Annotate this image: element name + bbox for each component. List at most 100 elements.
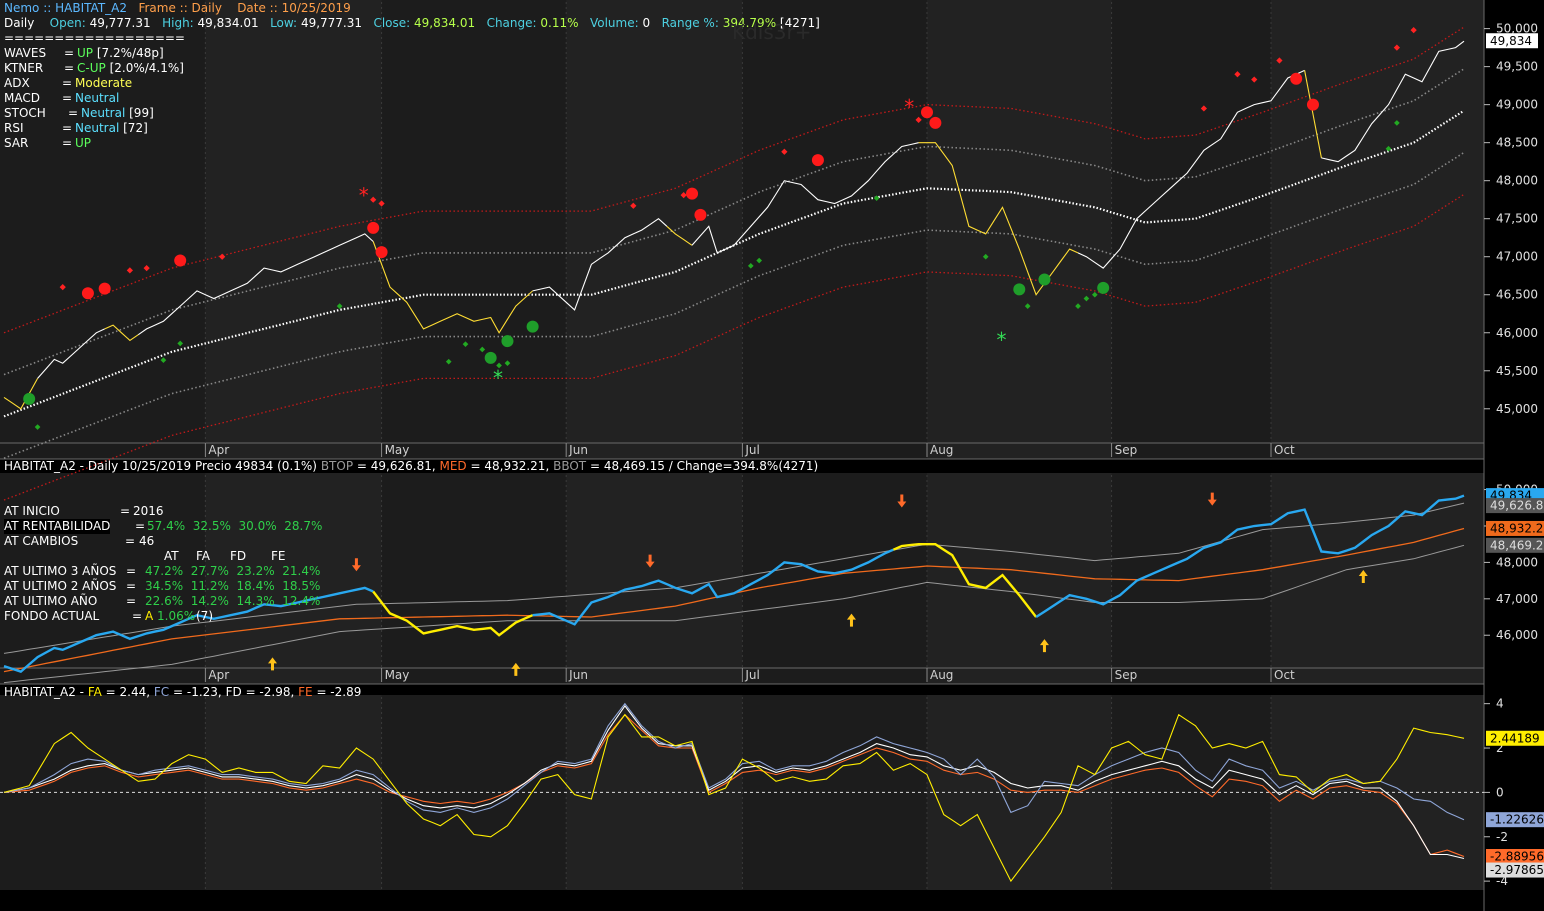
- buy-signal-dot: [23, 392, 36, 405]
- month-label: Jul: [744, 443, 759, 457]
- fd-label: FD: [225, 685, 242, 699]
- indicator-extra: [99]: [129, 106, 154, 120]
- fondo-count: (7): [196, 609, 213, 623]
- month-label: Aug: [930, 443, 953, 457]
- app-name: Nemo: [4, 1, 40, 15]
- at-row-eq: =: [126, 594, 137, 608]
- value-label: -2.97865: [1490, 863, 1544, 877]
- y-tick-label: 48,000: [1496, 174, 1538, 188]
- sell-signal-dot: [920, 106, 933, 119]
- at-row-values: 47.2% 27.7% 23.2% 21.4%: [145, 564, 321, 578]
- indicator-eq: =: [64, 61, 75, 75]
- month-label: May: [385, 443, 410, 457]
- month-band: [566, 0, 743, 459]
- sell-signal-dot: [1290, 72, 1303, 85]
- ohlc-row: Daily Open: 49,777.31 High: 49,834.01 Lo…: [4, 16, 820, 31]
- at-rent-label: AT RENTABILIDAD: [4, 519, 111, 534]
- buy-signal-dot: [526, 320, 539, 333]
- high-value: 49,834.01: [197, 16, 259, 30]
- at-row-label: AT ULTIMO AÑO: [4, 594, 98, 608]
- bbot-value: = 48,469.15 / Change=394.8%(4271): [589, 459, 819, 473]
- indicator-name: SAR: [4, 136, 29, 150]
- value-label: -2.88956: [1490, 850, 1544, 864]
- open-value: 49,777.31: [89, 16, 151, 30]
- change-label: Change:: [486, 16, 537, 30]
- indicator-eq: =: [64, 46, 75, 60]
- med-value: = 48,932.21,: [470, 459, 550, 473]
- watermark: Kdis3r+: [732, 20, 812, 44]
- fe-label: FE: [298, 685, 313, 699]
- indicator-name: KTNER: [4, 61, 44, 75]
- indicator-value: UP: [77, 46, 94, 60]
- buy-star-marker: *: [493, 366, 503, 390]
- indicator-eq: =: [62, 91, 73, 105]
- fd-value: = -2.98,: [245, 685, 295, 699]
- symbol-name: HABITAT_A2: [55, 1, 127, 15]
- buy-signal-dot: [1038, 273, 1051, 286]
- volume-value: 0: [642, 16, 651, 30]
- buy-signal-dot: [484, 351, 497, 364]
- open-label: Open:: [49, 16, 86, 30]
- sell-signal-dot: [174, 254, 187, 267]
- indicator-extra: [7.2%/48p]: [96, 46, 164, 60]
- fondo-value: 1.06%: [157, 609, 196, 623]
- month-label: May: [385, 668, 410, 682]
- value-label: 48,932.2: [1490, 521, 1543, 535]
- indicator-value: Neutral: [75, 121, 120, 135]
- fondo-letter: A: [145, 609, 154, 623]
- indicator-value: Neutral: [81, 106, 126, 120]
- y-tick-label: 46,000: [1496, 628, 1538, 642]
- at-cambios-value: 46: [139, 534, 155, 548]
- month-label: Jul: [744, 668, 759, 682]
- y-tick-label: 48,500: [1496, 136, 1538, 150]
- buy-signal-dot: [501, 335, 514, 348]
- indicator-eq: =: [62, 121, 73, 135]
- month-label: Jun: [568, 668, 588, 682]
- chart-canvas: Apr May Jun Jul Aug Sep Oct Apr May Jun Jul Aug Sep O…: [0, 0, 1544, 911]
- value-label: 49,626.8: [1490, 499, 1543, 513]
- panel3-title-main: HABITAT_A2 -: [4, 685, 84, 699]
- chart-header: Nemo :: HABITAT_A2 Frame :: Daily Date :…: [4, 1, 351, 16]
- month-label: Oct: [1274, 443, 1295, 457]
- buy-signal-dot: [1097, 281, 1110, 294]
- at-cambios-eq: =: [125, 534, 136, 548]
- indicator-extra: [72]: [123, 121, 148, 135]
- month-band: [926, 473, 1112, 684]
- fc-value: = -1.23,: [173, 685, 222, 699]
- month-band: [926, 0, 1112, 459]
- y-tick-label: 46,500: [1496, 288, 1538, 302]
- y-tick-label: 49,000: [1496, 98, 1538, 112]
- sell-signal-dot: [694, 208, 707, 221]
- buy-star-marker: *: [997, 328, 1007, 352]
- change-value: 0.11%: [540, 16, 579, 30]
- sell-star-marker: *: [359, 183, 369, 207]
- sell-signal-dot: [1306, 98, 1319, 111]
- header-sep: ::: [43, 1, 52, 15]
- month-band: [1271, 0, 1484, 459]
- indicator-eq: =: [68, 106, 79, 120]
- at-row-eq: =: [126, 579, 137, 593]
- panel3-title: HABITAT_A2 - FA = 2.44, FC = -1.23, FD =…: [4, 685, 361, 700]
- indicator-value: C-UP: [77, 61, 106, 75]
- y-tick-label: 46,000: [1496, 326, 1538, 340]
- btop-label: BTOP: [320, 459, 354, 473]
- indicator-eq: =: [62, 76, 73, 90]
- month-label: Oct: [1274, 668, 1295, 682]
- at-inicio-label: AT INICIO: [4, 504, 60, 518]
- sell-signal-dot: [367, 221, 380, 234]
- fe-value: = -2.89: [316, 685, 362, 699]
- y-tick-label: 45,500: [1496, 364, 1538, 378]
- at-row-eq: =: [126, 564, 137, 578]
- last-price-label: 49,834: [1490, 34, 1532, 48]
- y-tick-label: 48,000: [1496, 555, 1538, 569]
- indicator-eq: =: [62, 136, 73, 150]
- value-label: -1.22626: [1490, 813, 1544, 827]
- indicator-name: ADX: [4, 76, 30, 90]
- indicator-separator: ==================: [4, 31, 185, 45]
- sell-star-marker: *: [904, 95, 914, 119]
- month-band: [566, 473, 743, 684]
- bbot-label: BBOT: [553, 459, 587, 473]
- col-at: AT: [164, 549, 179, 563]
- fondo-label: FONDO ACTUAL: [4, 609, 100, 623]
- y-tick-label: 45,000: [1496, 402, 1538, 416]
